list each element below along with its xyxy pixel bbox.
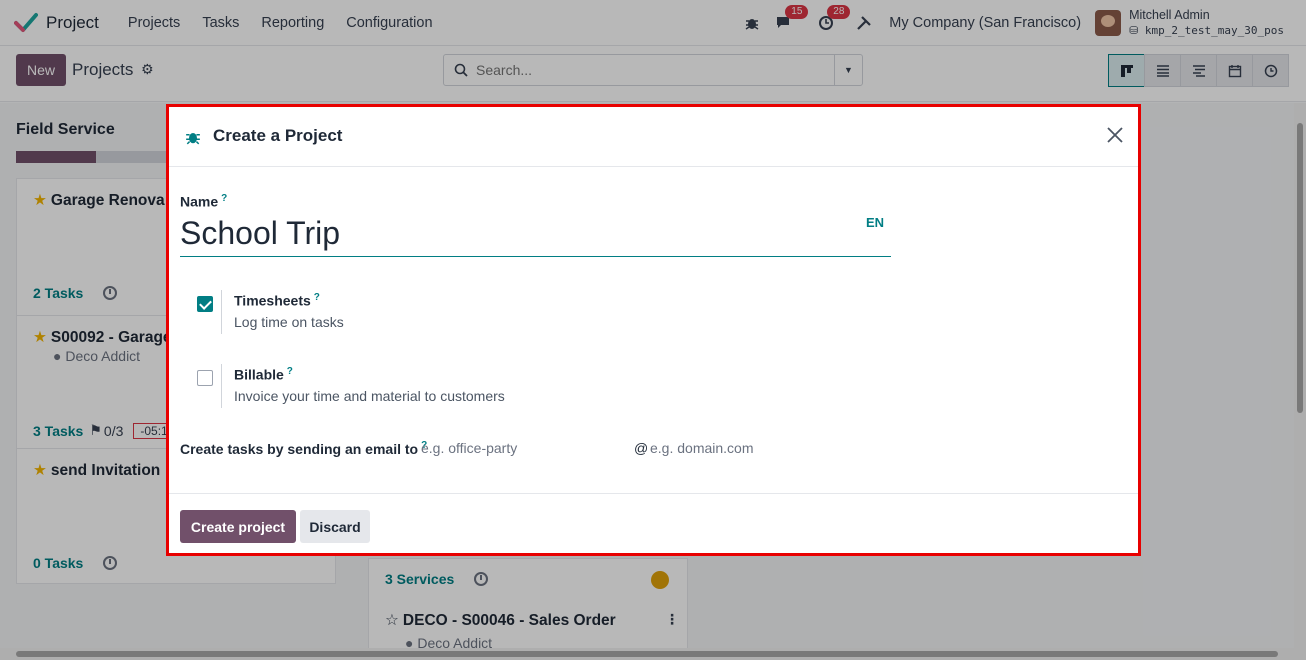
option-divider <box>221 364 222 408</box>
create-project-dialog: Create a Project Name? EN Timesheets? Lo… <box>166 104 1141 556</box>
email-alias-row: Create tasks by sending an email to? e.g… <box>180 440 754 457</box>
timesheets-checkbox[interactable] <box>197 296 213 312</box>
discard-button[interactable]: Discard <box>300 510 370 543</box>
create-project-button[interactable]: Create project <box>180 510 296 543</box>
language-button[interactable]: EN <box>866 215 884 230</box>
help-tooltip-icon[interactable]: ? <box>221 193 227 204</box>
option-divider <box>221 290 222 334</box>
email-alias-label: Create tasks by sending an email to? <box>180 440 428 457</box>
email-domain-input[interactable]: e.g. domain.com <box>650 440 754 456</box>
name-label: Name? <box>180 193 228 210</box>
close-icon[interactable] <box>1105 125 1125 145</box>
timesheets-description: Log time on tasks <box>234 314 344 330</box>
dialog-header: Create a Project <box>169 107 1138 167</box>
help-tooltip-icon[interactable]: ? <box>287 366 293 377</box>
email-alias-input[interactable]: e.g. office-party <box>421 440 517 456</box>
debug-bug-icon <box>186 133 200 145</box>
dialog-footer: Create project Discard <box>169 493 1138 556</box>
project-name-input[interactable] <box>180 211 891 257</box>
billable-checkbox[interactable] <box>197 370 213 386</box>
dialog-title: Create a Project <box>213 126 343 145</box>
billable-description: Invoice your time and material to custom… <box>234 388 505 404</box>
billable-label: Billable? <box>234 366 293 383</box>
email-at-sign: @ <box>634 440 649 456</box>
help-tooltip-icon[interactable]: ? <box>314 292 320 303</box>
timesheets-label: Timesheets? <box>234 292 320 309</box>
